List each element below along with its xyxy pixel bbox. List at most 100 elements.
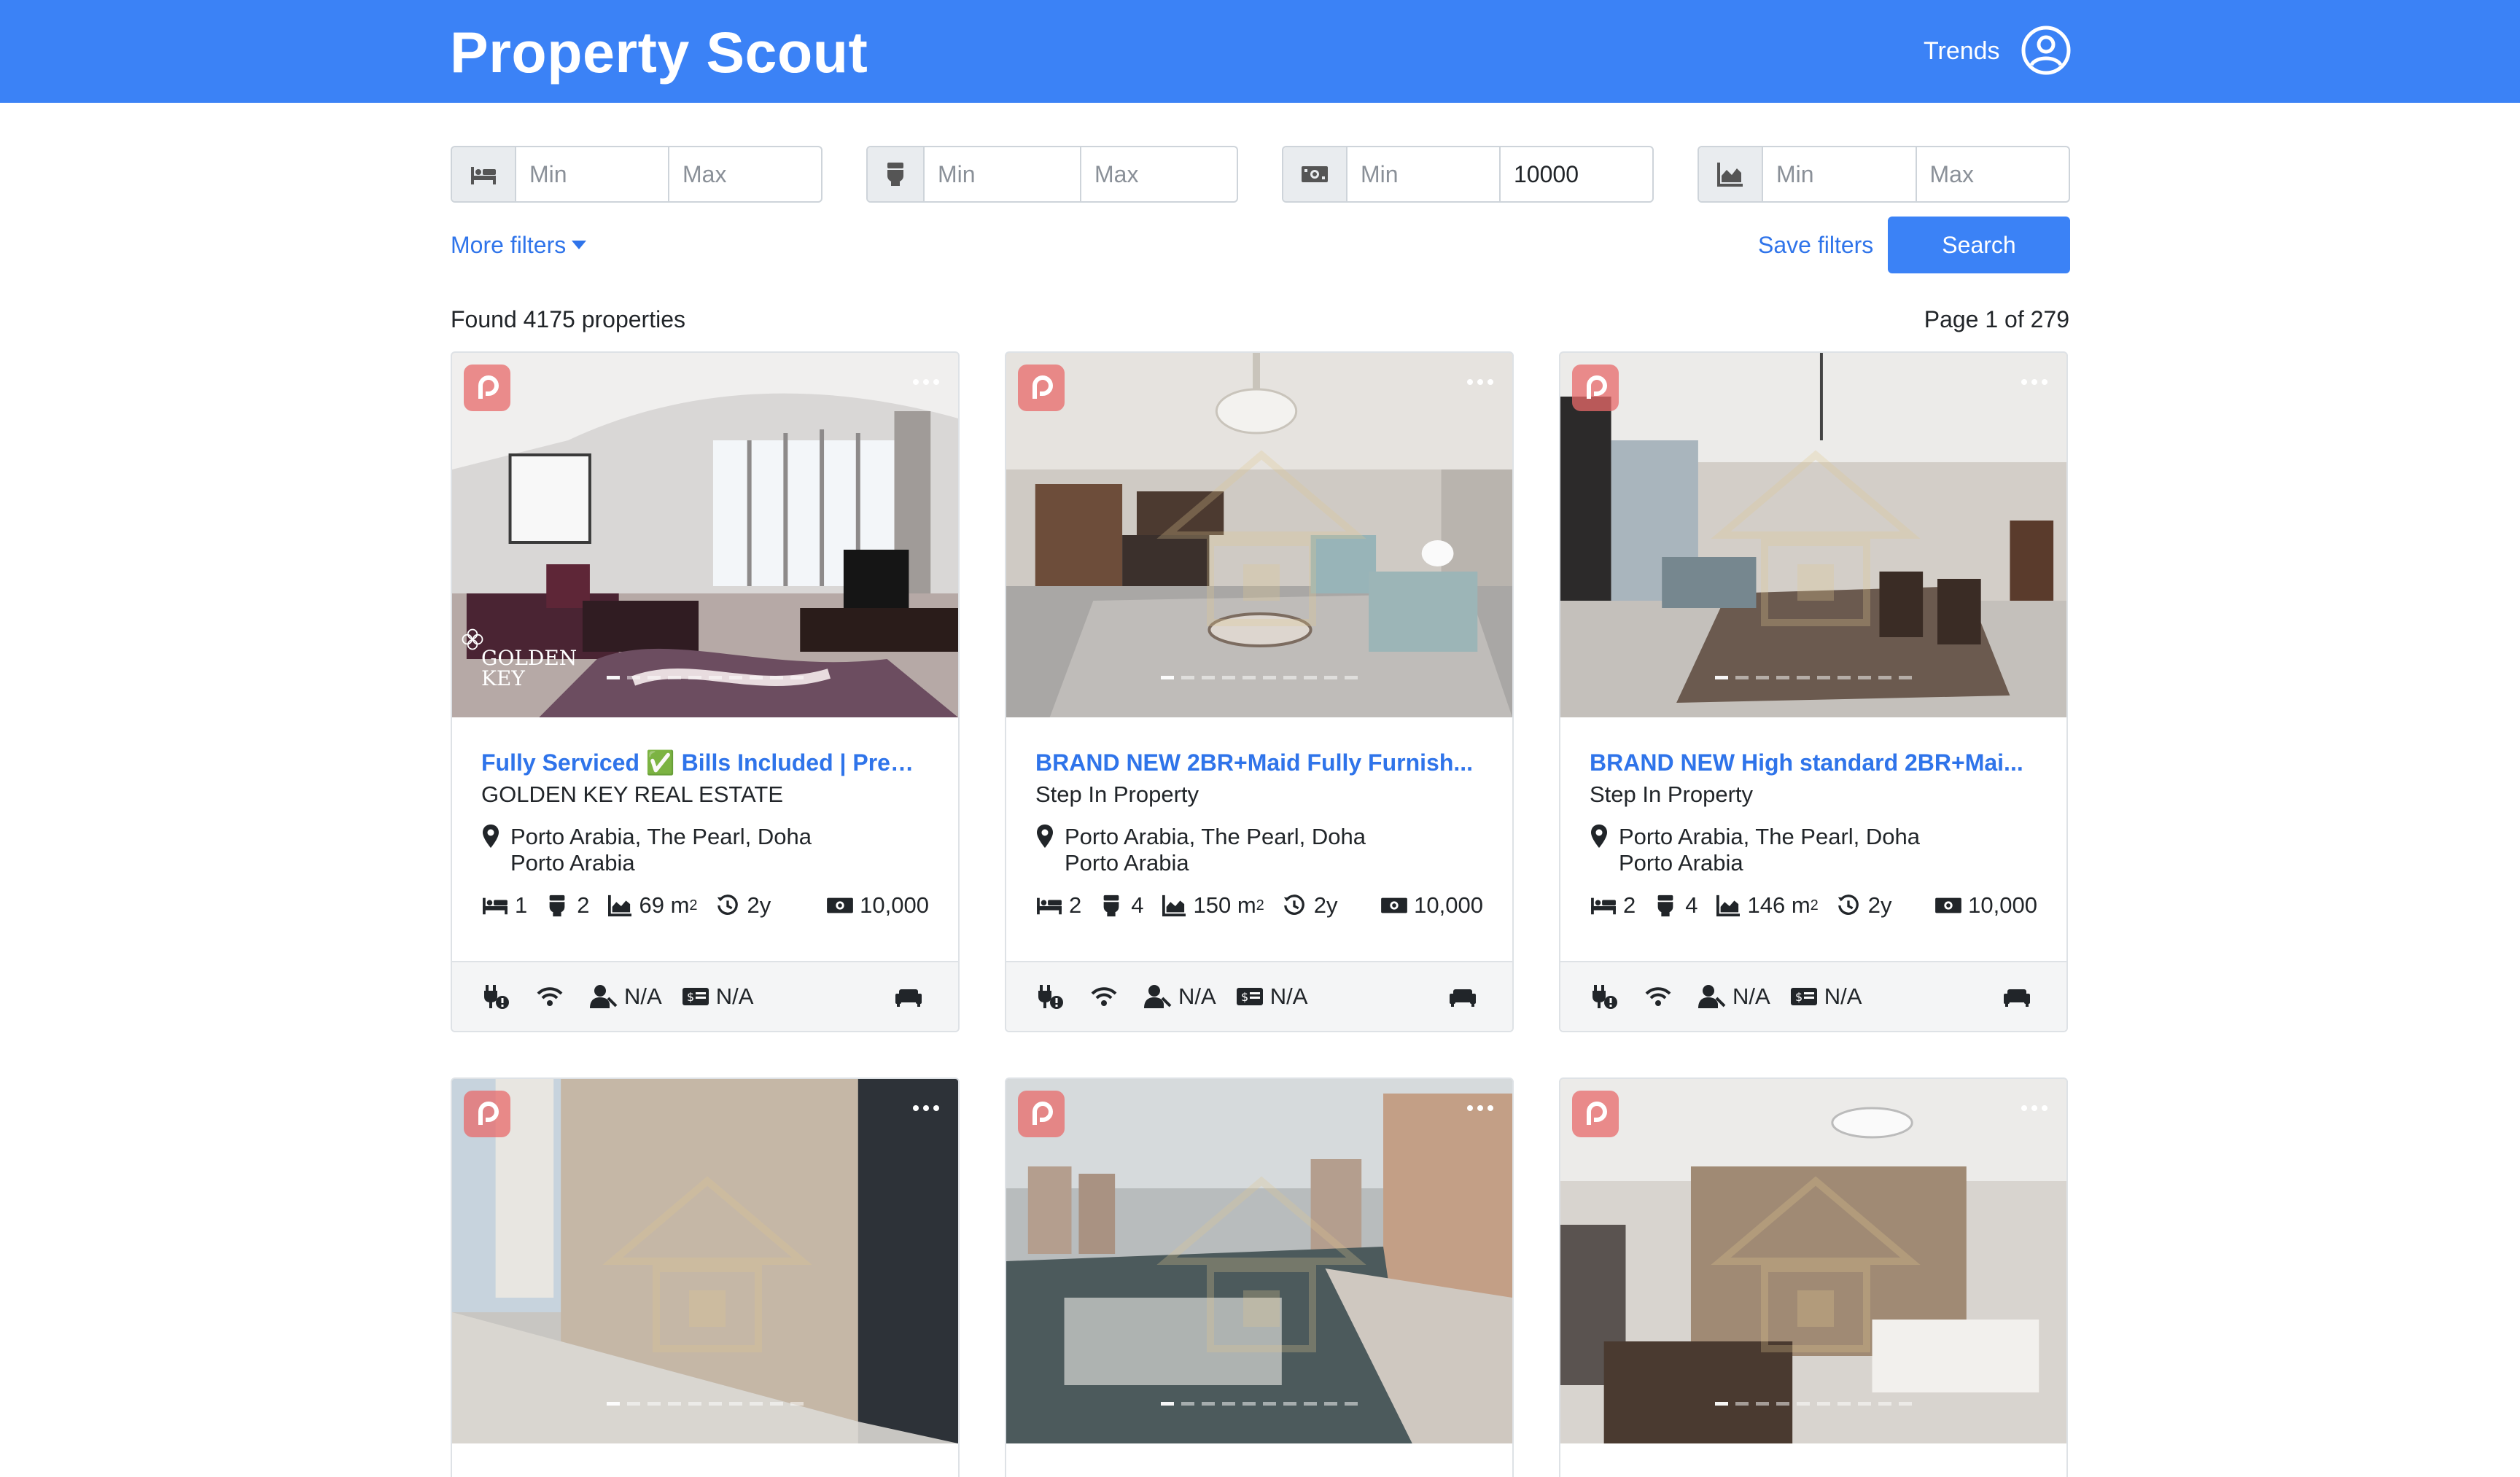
listing-amenities: N/A $ N/A	[452, 961, 958, 1031]
age-stat: 2y	[1835, 891, 1892, 920]
caret-down-icon	[572, 241, 587, 249]
listing-title[interactable]: BRAND NEW High standard 2BR+Mai...	[1590, 748, 2037, 777]
price-filter: Min 10000	[1282, 146, 1654, 203]
photo-pager[interactable]	[1560, 676, 2066, 679]
money-icon	[1283, 147, 1348, 201]
more-options-icon[interactable]	[2021, 379, 2048, 385]
photo-pager[interactable]	[1006, 1402, 1512, 1406]
svg-text:$: $	[1795, 990, 1802, 1004]
listing-photo[interactable]	[1560, 1079, 2066, 1443]
more-options-icon[interactable]	[913, 379, 939, 385]
listing-card[interactable]	[1005, 1077, 1514, 1477]
beds-stat: 2	[1590, 891, 1636, 920]
bed-icon	[1037, 897, 1062, 915]
listing-card[interactable]	[451, 1077, 960, 1477]
page-indicator: Page 1 of 279	[1924, 306, 2069, 332]
location-line-1: Porto Arabia, The Pearl, Doha	[510, 824, 812, 849]
more-options-icon[interactable]	[1467, 1105, 1493, 1111]
search-button[interactable]: Search	[1888, 217, 2070, 273]
toilet-icon	[549, 895, 565, 917]
bedrooms-max-input[interactable]: Max	[668, 147, 821, 201]
photo-pager[interactable]	[452, 676, 958, 679]
area-min-input[interactable]: Min	[1763, 147, 1916, 201]
beds-stat: 1	[481, 891, 527, 920]
property-watermark	[1156, 450, 1366, 626]
golden-key-logo-text: GOLDEN KEY	[481, 646, 578, 690]
baths-stat: 2	[543, 891, 590, 920]
area-chart-icon	[607, 895, 631, 917]
location-line-2: Porto Arabia	[1619, 850, 1743, 876]
toilet-icon	[1103, 895, 1119, 917]
pin-logo-icon	[1018, 365, 1065, 411]
price-stat: 10,000	[1380, 891, 1483, 920]
bed-icon	[1591, 897, 1616, 915]
location-line-1: Porto Arabia, The Pearl, Doha	[1065, 824, 1366, 849]
bathrooms-max-input[interactable]: Max	[1080, 147, 1237, 201]
money-icon	[827, 897, 854, 913]
listing-location: Porto Arabia, The Pearl, Doha Porto Arabi…	[481, 824, 929, 876]
golden-key-logo: GOLDEN KEY	[459, 626, 577, 706]
save-filters-link[interactable]: Save filters	[1758, 230, 1873, 260]
price-min-input[interactable]: Min	[1348, 147, 1499, 201]
app-title[interactable]: Property Scout	[450, 20, 868, 85]
property-watermark	[1711, 450, 1921, 626]
svg-text:$: $	[1241, 990, 1248, 1004]
bedrooms-min-input[interactable]: Min	[516, 147, 668, 201]
price-stat: 10,000	[1934, 891, 2037, 920]
price-max-input[interactable]: 10000	[1499, 147, 1652, 201]
area-chart-icon	[1162, 895, 1186, 917]
utilities-icon	[481, 982, 516, 1011]
location-line-2: Porto Arabia	[1065, 850, 1189, 876]
wifi-icon	[1089, 982, 1124, 1011]
more-filters-toggle[interactable]: More filters	[451, 230, 587, 260]
more-filters-label: More filters	[451, 232, 567, 258]
listing-title[interactable]: BRAND NEW 2BR+Maid Fully Furnish...	[1035, 748, 1483, 777]
more-options-icon[interactable]	[1467, 379, 1493, 385]
user-circle-icon[interactable]	[2021, 26, 2071, 75]
listing-card[interactable]: BRAND NEW High standard 2BR+Mai... Step …	[1559, 351, 2068, 1032]
maid-info: N/A	[1698, 982, 1770, 1011]
listing-photo[interactable]	[452, 1079, 958, 1443]
wifi-icon	[1644, 982, 1679, 1011]
map-pin-icon	[1037, 825, 1053, 848]
listing-agency: Step In Property	[1035, 782, 1199, 807]
more-options-icon[interactable]	[2021, 1105, 2048, 1111]
svg-text:$: $	[687, 990, 694, 1004]
furnished-couch-icon	[1448, 982, 1483, 1011]
money-icon	[1381, 897, 1408, 913]
photo-pager[interactable]	[1006, 676, 1512, 679]
property-watermark	[602, 1176, 812, 1352]
listing-photo[interactable]: GOLDEN KEY	[452, 353, 958, 717]
pin-logo-icon	[464, 365, 510, 411]
pin-logo-icon	[1018, 1091, 1065, 1137]
more-options-icon[interactable]	[913, 1105, 939, 1111]
photo-pager[interactable]	[1560, 1402, 2066, 1406]
listing-photo[interactable]	[1006, 1079, 1512, 1443]
property-watermark	[1711, 1176, 1921, 1352]
id-card-icon: $	[1790, 988, 1817, 1005]
listing-card[interactable]: GOLDEN KEY Fully Serviced ✅ Bills Include…	[451, 351, 960, 1032]
pin-logo-icon	[1572, 1091, 1619, 1137]
nav-trends-link[interactable]: Trends	[1924, 36, 2000, 66]
toilet-icon	[868, 147, 925, 201]
listing-card[interactable]	[1559, 1077, 2068, 1477]
area-chart-icon	[1699, 147, 1763, 201]
listing-photo[interactable]	[1560, 353, 2066, 717]
pin-logo-icon	[1572, 365, 1619, 411]
listing-stats: 2 4 150 m2 2y 10,000	[1035, 891, 1483, 920]
bathrooms-min-input[interactable]: Min	[925, 147, 1080, 201]
maid-info: N/A	[589, 982, 662, 1011]
utilities-icon	[1590, 982, 1625, 1011]
area-max-input[interactable]: Max	[1915, 147, 2069, 201]
listing-title[interactable]: Fully Serviced ✅ Bills Included | Prem..…	[481, 748, 929, 777]
maid-info: N/A	[1143, 982, 1216, 1011]
property-watermark	[1156, 1176, 1366, 1352]
listing-card[interactable]: BRAND NEW 2BR+Maid Fully Furnish... Step…	[1005, 351, 1514, 1032]
map-pin-icon	[483, 825, 499, 848]
listing-location: Porto Arabia, The Pearl, Doha Porto Arabi…	[1590, 824, 2037, 876]
listing-stats: 1 2 69 m2 2y 10,000	[481, 891, 929, 920]
baths-stat: 4	[1097, 891, 1144, 920]
photo-pager[interactable]	[452, 1402, 958, 1406]
listing-photo[interactable]	[1006, 353, 1512, 717]
toilet-icon	[1657, 895, 1673, 917]
